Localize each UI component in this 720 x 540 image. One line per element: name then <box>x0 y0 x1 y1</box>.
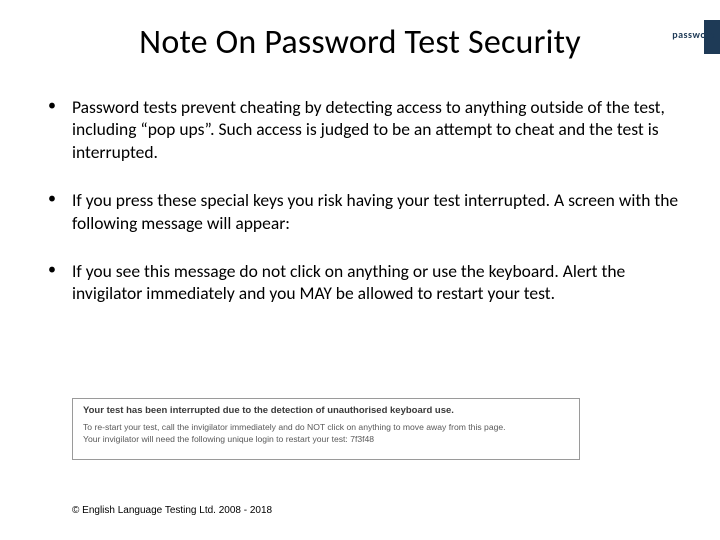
copyright-text: © English Language Testing Ltd. 2008 - 2… <box>72 505 272 516</box>
message-headline: Your test has been interrupted due to th… <box>83 405 569 416</box>
bullet-list: Password tests prevent cheating by detec… <box>42 96 682 331</box>
slide: password Note On Password Test Security … <box>0 0 720 540</box>
bullet-item: Password tests prevent cheating by detec… <box>42 96 682 163</box>
bullet-item: If you press these special keys you risk… <box>42 189 682 234</box>
message-line: Your invigilator will need the following… <box>83 434 569 446</box>
bullet-item: If you see this message do not click on … <box>42 260 682 305</box>
message-line: To re-start your test, call the invigila… <box>83 422 569 434</box>
page-title: Note On Password Test Security <box>0 22 720 63</box>
interruption-message-box: Your test has been interrupted due to th… <box>72 398 580 460</box>
